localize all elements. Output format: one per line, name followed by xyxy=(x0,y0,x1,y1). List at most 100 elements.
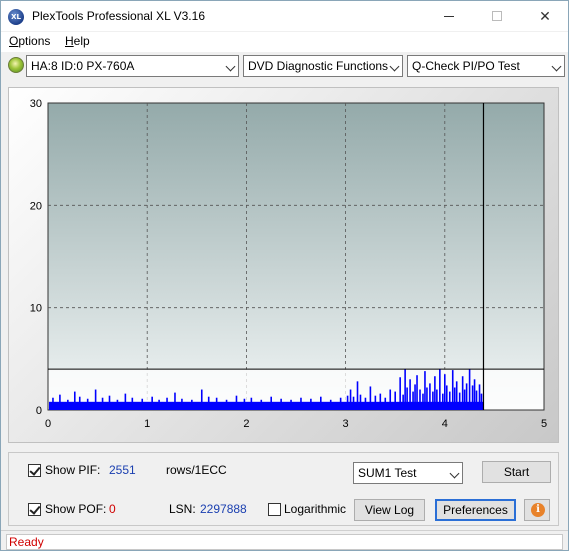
pif-bar xyxy=(416,375,418,410)
start-button[interactable]: Start xyxy=(482,461,551,483)
pif-bar xyxy=(101,397,104,410)
chevron-down-icon xyxy=(225,61,236,72)
main-window: XL PlexTools Professional XL V3.16 ✕ Opt… xyxy=(0,0,569,551)
pif-bar xyxy=(250,397,253,410)
pif-bar xyxy=(461,376,464,410)
menu-options[interactable]: Options xyxy=(9,34,50,48)
pif-bar xyxy=(402,394,404,410)
test-select[interactable]: Q-Check PI/PO Test xyxy=(407,55,565,77)
pif-bar xyxy=(151,396,153,410)
status-text: Ready xyxy=(6,534,563,550)
minimize-icon xyxy=(444,15,454,17)
minimize-button[interactable] xyxy=(426,1,472,31)
title-bar: XL PlexTools Professional XL V3.16 ✕ xyxy=(1,1,568,31)
view-log-button[interactable]: View Log xyxy=(354,499,425,521)
show-pof-checkbox[interactable] xyxy=(28,503,41,516)
show-pif-checkbox[interactable] xyxy=(28,464,41,477)
pof-value: 0 xyxy=(109,502,116,516)
pif-bar xyxy=(412,391,414,410)
pif-bar xyxy=(73,391,76,410)
pif-bar xyxy=(404,369,406,410)
pif-bar xyxy=(434,376,436,410)
pif-bar xyxy=(52,397,54,410)
pif-bar xyxy=(225,399,228,410)
show-pof-label: Show POF: xyxy=(45,502,107,516)
pif-bar xyxy=(310,398,312,410)
pif-bar xyxy=(207,396,210,410)
maximize-button[interactable] xyxy=(474,1,520,31)
x-tick-label: 5 xyxy=(541,418,547,430)
status-bar: Ready xyxy=(1,530,568,550)
drive-status-icon[interactable] xyxy=(8,57,24,73)
pif-bar xyxy=(108,395,111,410)
pif-baseline-band xyxy=(48,401,484,410)
pif-bar xyxy=(243,398,246,410)
pi-po-chart: 0 1 2 3 4 5 0 10 20 30 xyxy=(30,98,547,430)
function-select[interactable]: DVD Diagnostic Functions xyxy=(243,55,403,77)
plot-area xyxy=(47,102,545,411)
menu-help[interactable]: Help xyxy=(65,34,90,48)
pif-bar xyxy=(352,396,355,410)
pif-bar xyxy=(384,397,387,410)
function-select-value: DVD Diagnostic Functions xyxy=(248,59,389,73)
info-button[interactable]: i xyxy=(524,499,550,521)
pif-bar xyxy=(215,397,218,410)
app-logo-icon: XL xyxy=(8,9,24,25)
pif-bar xyxy=(445,385,448,410)
pif-bar xyxy=(471,385,474,410)
drive-select[interactable]: HA:8 ID:0 PX-760A xyxy=(26,55,239,77)
pif-bar xyxy=(475,390,478,410)
pif-bar xyxy=(406,387,408,410)
preferences-button[interactable]: Preferences xyxy=(435,499,516,521)
pif-bar xyxy=(290,399,292,410)
chevron-down-icon xyxy=(389,61,400,72)
lsn-label: LSN: xyxy=(169,502,196,516)
start-button-label: Start xyxy=(503,465,530,479)
pif-bar xyxy=(124,393,127,410)
preferences-button-label: Preferences xyxy=(443,503,508,517)
pif-bar xyxy=(379,393,382,410)
pif-bar xyxy=(356,381,359,410)
pif-bar xyxy=(463,389,466,410)
close-button[interactable]: ✕ xyxy=(522,1,568,31)
pif-bar xyxy=(166,397,168,410)
pif-bar xyxy=(426,387,428,410)
pif-bar xyxy=(419,389,421,410)
x-tick-label: 4 xyxy=(442,418,448,430)
pif-bar xyxy=(409,379,411,410)
pif-bar xyxy=(200,389,203,410)
pif-bar xyxy=(300,397,302,410)
pif-bar xyxy=(235,395,238,410)
pif-bar xyxy=(174,392,176,410)
drive-select-value: HA:8 ID:0 PX-760A xyxy=(31,59,135,73)
pif-bar xyxy=(439,369,441,410)
pif-bar xyxy=(86,398,89,410)
pif-bar xyxy=(116,399,119,410)
logarithmic-checkbox[interactable] xyxy=(268,503,281,516)
pif-bar xyxy=(451,370,454,410)
rows-label: rows/1ECC xyxy=(166,463,227,477)
pif-bar xyxy=(429,383,431,410)
pif-bar xyxy=(158,399,160,410)
pif-bar xyxy=(374,395,377,410)
pif-bar xyxy=(329,399,332,410)
x-tick-label: 2 xyxy=(243,418,249,430)
logarithmic-label: Logarithmic xyxy=(284,502,347,516)
x-tick-label: 0 xyxy=(45,418,51,430)
sum-test-select-value: SUM1 Test xyxy=(358,466,417,480)
sum-test-select[interactable]: SUM1 Test xyxy=(353,462,463,484)
pif-bar xyxy=(359,394,362,410)
pif-bar xyxy=(478,384,481,410)
pif-bar xyxy=(67,399,69,410)
test-select-value: Q-Check PI/PO Test xyxy=(412,59,520,73)
pif-bar xyxy=(414,384,416,410)
menu-bar: Options Help xyxy=(1,32,568,52)
pif-bar xyxy=(364,397,367,410)
pif-bar xyxy=(320,396,322,410)
info-icon: i xyxy=(531,503,545,517)
pif-bar xyxy=(458,392,461,410)
pif-value: 2551 xyxy=(109,463,136,477)
pif-bar xyxy=(181,398,183,410)
x-tick-label: 1 xyxy=(144,418,150,430)
pif-bar xyxy=(280,398,282,410)
